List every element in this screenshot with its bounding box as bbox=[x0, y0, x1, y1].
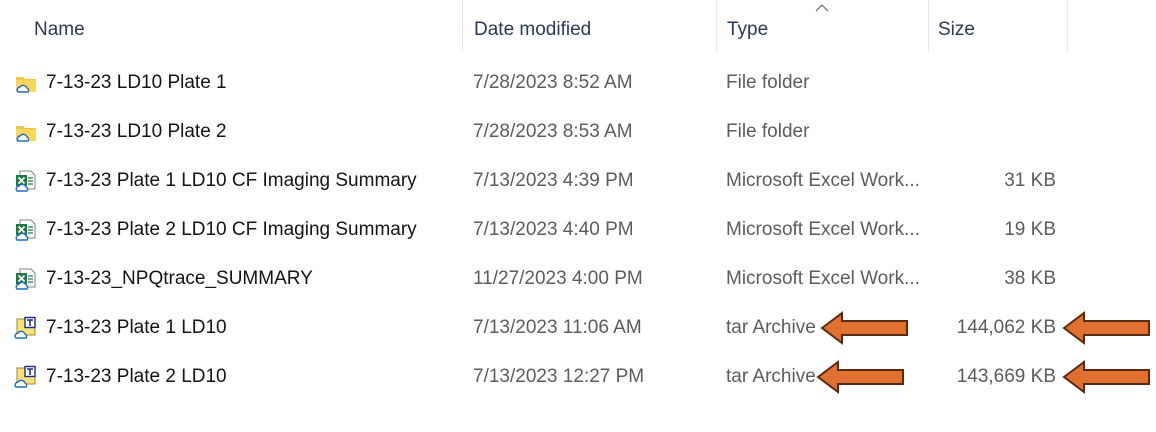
file-size: 143,669 KB bbox=[956, 366, 1056, 387]
file-date-modified: 7/13/2023 12:27 PM bbox=[473, 366, 645, 387]
column-header-row: Name Date modified Type Size bbox=[0, 0, 1156, 60]
file-explorer-list: Name Date modified Type Size 7-13-23 LD1… bbox=[0, 0, 1156, 432]
file-row[interactable]: 7-13-23_NPQtrace_SUMMARY 11/27/2023 4:00… bbox=[0, 255, 1156, 303]
file-date-modified: 7/28/2023 8:53 AM bbox=[473, 121, 633, 142]
annotation-arrow-left-icon bbox=[816, 360, 904, 394]
file-date-modified: 7/28/2023 8:52 AM bbox=[473, 72, 633, 93]
file-date-modified: 7/13/2023 4:40 PM bbox=[473, 219, 634, 240]
file-type: tar Archive bbox=[726, 317, 816, 338]
annotation-arrow-left-icon bbox=[820, 311, 908, 345]
file-name: 7-13-23_NPQtrace_SUMMARY bbox=[46, 268, 313, 289]
file-name: 7-13-23 Plate 2 LD10 CF Imaging Summary bbox=[46, 219, 417, 240]
file-row[interactable]: 7-13-23 Plate 2 LD10 CF Imaging Summary … bbox=[0, 206, 1156, 254]
file-type: File folder bbox=[726, 121, 810, 142]
file-row[interactable]: 7-13-23 Plate 1 LD10 7/13/2023 11:06 AM … bbox=[0, 304, 1156, 352]
column-header-date-modified[interactable]: Date modified bbox=[462, 0, 716, 52]
file-row[interactable]: 7-13-23 LD10 Plate 2 7/28/2023 8:53 AM F… bbox=[0, 108, 1156, 156]
file-size: 38 KB bbox=[1004, 268, 1056, 289]
file-row[interactable]: 7-13-23 Plate 2 LD10 7/13/2023 12:27 PM … bbox=[0, 353, 1156, 401]
archive-cloud-icon bbox=[14, 316, 36, 339]
file-date-modified: 11/27/2023 4:00 PM bbox=[473, 268, 643, 289]
file-date-modified: 7/13/2023 4:39 PM bbox=[473, 170, 634, 191]
file-name: 7-13-23 LD10 Plate 2 bbox=[46, 121, 227, 142]
file-row[interactable]: 7-13-23 Plate 1 LD10 CF Imaging Summary … bbox=[0, 157, 1156, 205]
file-date-modified: 7/13/2023 11:06 AM bbox=[473, 317, 642, 338]
file-row[interactable]: 7-13-23 LD10 Plate 1 7/28/2023 8:52 AM F… bbox=[0, 59, 1156, 107]
file-type: File folder bbox=[726, 72, 810, 93]
file-size: 31 KB bbox=[1004, 170, 1056, 191]
annotation-arrow-left-icon bbox=[1062, 360, 1150, 394]
column-header-name[interactable]: Name bbox=[0, 0, 462, 52]
file-size bbox=[928, 108, 1056, 156]
file-name: 7-13-23 Plate 1 LD10 bbox=[46, 317, 227, 338]
file-type: Microsoft Excel Work... bbox=[726, 219, 920, 240]
column-header-size[interactable]: Size bbox=[928, 0, 1068, 52]
file-name: 7-13-23 Plate 2 LD10 bbox=[46, 366, 227, 387]
excel-cloud-icon bbox=[15, 170, 36, 192]
excel-cloud-icon bbox=[15, 219, 36, 241]
file-size: 19 KB bbox=[1004, 219, 1056, 240]
chevron-up-icon bbox=[815, 4, 829, 12]
file-size: 144,062 KB bbox=[956, 317, 1056, 338]
file-type: Microsoft Excel Work... bbox=[726, 268, 920, 289]
file-name: 7-13-23 LD10 Plate 1 bbox=[46, 72, 227, 93]
file-size bbox=[928, 59, 1056, 107]
file-type: tar Archive bbox=[726, 366, 816, 387]
file-name: 7-13-23 Plate 1 LD10 CF Imaging Summary bbox=[46, 170, 417, 191]
folder-cloud-icon bbox=[16, 77, 36, 93]
annotation-arrow-left-icon bbox=[1062, 311, 1150, 345]
file-type: Microsoft Excel Work... bbox=[726, 170, 920, 191]
excel-cloud-icon bbox=[15, 268, 36, 290]
folder-cloud-icon bbox=[16, 126, 36, 142]
archive-cloud-icon bbox=[14, 365, 36, 388]
